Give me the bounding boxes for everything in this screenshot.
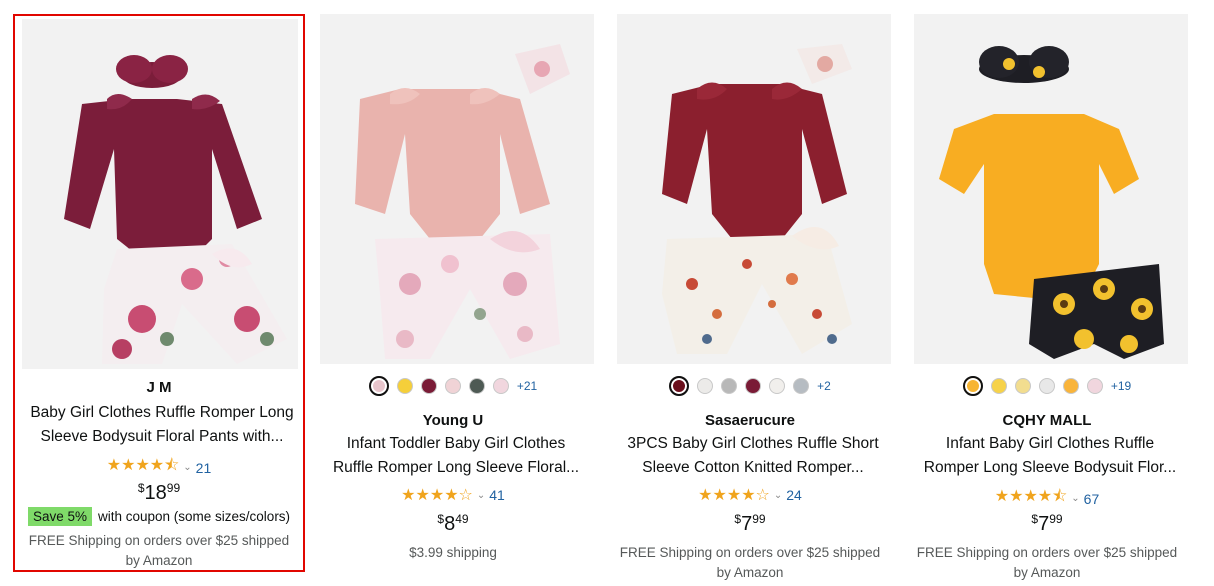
color-swatch[interactable] xyxy=(420,378,437,394)
shipping-line: by Amazon xyxy=(716,565,784,580)
product-title[interactable]: Baby Girl Clothes Ruffle Romper Long Sle… xyxy=(21,401,303,449)
review-count[interactable]: 21 xyxy=(196,460,212,476)
color-swatch[interactable] xyxy=(1014,378,1031,394)
color-swatch[interactable] xyxy=(721,378,738,394)
product-title-line[interactable]: Baby Girl Clothes Ruffle Romper Long xyxy=(21,401,303,425)
product-brand: Young U xyxy=(422,412,484,429)
price-symbol: $ xyxy=(137,481,145,495)
product-title-line[interactable]: Sleeve Cotton Knitted Romper... xyxy=(615,456,891,480)
price-cents: 99 xyxy=(1049,512,1063,526)
shipping-info: FREE Shipping on orders over $25 shipped… xyxy=(15,531,303,571)
color-swatch[interactable] xyxy=(769,378,786,394)
shipping-line: $3.99 shipping xyxy=(409,545,497,560)
product-title-line[interactable]: Romper Long Sleeve Bodysuit Flor... xyxy=(912,456,1188,480)
price-whole: 7 xyxy=(1038,513,1050,535)
product-card-4[interactable]: +19 CQHY MALL Infant Baby Girl Clothes R… xyxy=(906,14,1188,580)
romper-yellow-sunflower-image xyxy=(939,46,1164,359)
chevron-down-icon[interactable]: ⌄ xyxy=(477,490,485,501)
shipping-line: FREE Shipping on orders over $25 shipped xyxy=(28,533,290,548)
more-colors-link[interactable]: +2 xyxy=(817,379,831,393)
chevron-down-icon[interactable]: ⌄ xyxy=(1071,493,1079,504)
color-swatch[interactable] xyxy=(468,378,485,394)
rating-row: ★★★★⯪ ⌄ 21 xyxy=(15,454,303,481)
color-swatch[interactable] xyxy=(492,378,509,394)
product-image-2[interactable] xyxy=(320,14,594,364)
product-image-4[interactable] xyxy=(914,14,1188,364)
product-brand: CQHY MALL xyxy=(1002,412,1092,429)
color-swatches: +21 xyxy=(312,376,594,396)
color-swatch[interactable] xyxy=(745,378,762,394)
rating-row: ★★★★☆ ⌄ 24 xyxy=(609,485,891,505)
product-title-line[interactable]: Infant Baby Girl Clothes Ruffle xyxy=(912,432,1188,456)
coupon-text: with coupon (some sizes/colors) xyxy=(97,509,291,524)
color-swatches: +2 xyxy=(609,376,891,396)
product-title[interactable]: 3PCS Baby Girl Clothes Ruffle Short Slee… xyxy=(615,432,891,480)
shipping-info: $3.99 shipping xyxy=(312,543,594,563)
color-swatch[interactable] xyxy=(962,376,983,396)
shipping-line: FREE Shipping on orders over $25 shipped xyxy=(916,545,1178,560)
color-swatches: +19 xyxy=(906,376,1188,396)
product-title-line[interactable]: 3PCS Baby Girl Clothes Ruffle Short xyxy=(615,432,891,456)
price-cents: 99 xyxy=(166,481,181,495)
color-swatch[interactable] xyxy=(990,378,1007,394)
color-swatch[interactable] xyxy=(1062,378,1079,394)
product-image-3[interactable] xyxy=(617,14,891,364)
color-swatch[interactable] xyxy=(1086,378,1103,394)
rating-row: ★★★★☆ ⌄ 41 xyxy=(312,485,594,505)
coupon-row: Save 5% with coupon (some sizes/colors) xyxy=(15,507,303,526)
product-title[interactable]: Infant Toddler Baby Girl Clothes Ruffle … xyxy=(318,432,594,480)
coupon-badge[interactable]: Save 5% xyxy=(27,507,92,526)
price-whole: 7 xyxy=(741,513,753,535)
product-price[interactable]: $799 xyxy=(609,512,891,536)
price-whole: 8 xyxy=(444,513,456,535)
shipping-line: by Amazon xyxy=(125,553,193,568)
color-swatch[interactable] xyxy=(444,378,461,394)
romper-red-floral-image xyxy=(662,44,852,354)
star-rating[interactable]: ★★★★☆ xyxy=(698,485,770,505)
shipping-info: FREE Shipping on orders over $25 shipped… xyxy=(609,543,891,583)
product-brand: J M xyxy=(146,379,172,396)
color-swatch[interactable] xyxy=(793,378,810,394)
product-card-3[interactable]: +2 Sasaerucure 3PCS Baby Girl Clothes Ru… xyxy=(609,14,891,580)
shipping-line: by Amazon xyxy=(1013,565,1081,580)
review-count[interactable]: 67 xyxy=(1084,491,1100,507)
product-card-1[interactable]: J M Baby Girl Clothes Ruffle Romper Long… xyxy=(13,14,305,572)
color-swatch[interactable] xyxy=(396,378,413,394)
star-rating[interactable]: ★★★★⯪ xyxy=(995,485,1068,512)
rating-row: ★★★★⯪ ⌄ 67 xyxy=(906,485,1188,512)
chevron-down-icon[interactable]: ⌄ xyxy=(183,462,191,473)
more-colors-link[interactable]: +21 xyxy=(517,379,537,393)
product-title[interactable]: Infant Baby Girl Clothes Ruffle Romper L… xyxy=(912,432,1188,480)
price-whole: 18 xyxy=(144,482,167,504)
color-swatch[interactable] xyxy=(669,376,690,396)
product-title-line[interactable]: Ruffle Romper Long Sleeve Floral... xyxy=(318,456,594,480)
product-image-1[interactable] xyxy=(22,19,298,369)
chevron-down-icon[interactable]: ⌄ xyxy=(774,490,782,501)
product-title-line[interactable]: Sleeve Bodysuit Floral Pants with... xyxy=(21,425,303,449)
star-rating[interactable]: ★★★★☆ xyxy=(401,485,473,505)
price-cents: 49 xyxy=(455,512,469,526)
product-title-line[interactable]: Infant Toddler Baby Girl Clothes xyxy=(318,432,594,456)
review-count[interactable]: 41 xyxy=(489,487,505,503)
shipping-info: FREE Shipping on orders over $25 shipped… xyxy=(906,543,1188,583)
product-price[interactable]: $1899 xyxy=(15,481,303,505)
color-swatch[interactable] xyxy=(1038,378,1055,394)
product-brand: Sasaerucure xyxy=(704,412,796,429)
product-price[interactable]: $849 xyxy=(312,512,594,536)
romper-pink-floral-image xyxy=(355,44,570,359)
product-card-2[interactable]: +21 Young U Infant Toddler Baby Girl Clo… xyxy=(312,14,594,574)
romper-burgundy-floral-image xyxy=(64,55,287,364)
color-swatch[interactable] xyxy=(368,376,389,396)
more-colors-link[interactable]: +19 xyxy=(1111,379,1131,393)
star-rating[interactable]: ★★★★⯪ xyxy=(107,454,180,481)
price-cents: 99 xyxy=(752,512,766,526)
review-count[interactable]: 24 xyxy=(786,487,802,503)
shipping-line: FREE Shipping on orders over $25 shipped xyxy=(619,545,881,560)
color-swatch[interactable] xyxy=(697,378,714,394)
product-price[interactable]: $799 xyxy=(906,512,1188,536)
